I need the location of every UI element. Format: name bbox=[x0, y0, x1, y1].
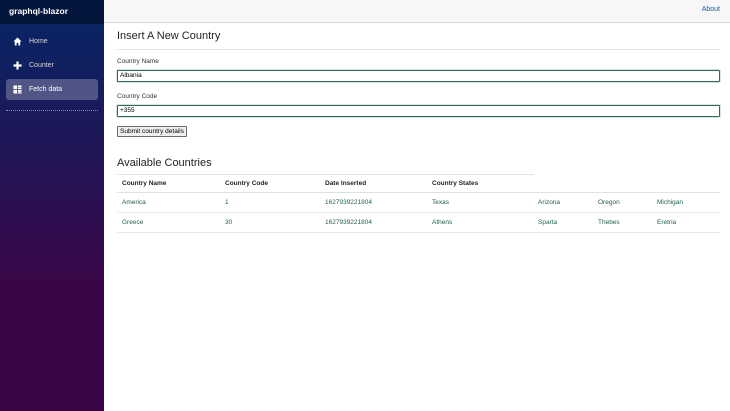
top-bar: About bbox=[104, 0, 730, 23]
plus-icon bbox=[12, 60, 23, 71]
cell-state: Sparta bbox=[533, 212, 593, 233]
sidebar: graphql-blazor Home Counter Fetch data bbox=[0, 0, 104, 411]
table-row: Greece 30 1627939221804 Athens Sparta Th… bbox=[117, 212, 720, 233]
title-divider bbox=[117, 49, 720, 50]
cell-date-inserted: 1627939221804 bbox=[320, 192, 427, 213]
header-date-inserted: Date Inserted bbox=[320, 175, 427, 193]
cell-state: Texas bbox=[427, 192, 533, 213]
cell-state: Thebes bbox=[593, 212, 652, 233]
app-brand[interactable]: graphql-blazor bbox=[0, 0, 104, 24]
countries-table: Country Name Country Code Date Inserted … bbox=[117, 175, 720, 233]
cell-state: Michigan bbox=[652, 192, 720, 213]
cell-state: Athens bbox=[427, 212, 533, 233]
sidebar-item-fetch-data[interactable]: Fetch data bbox=[6, 79, 98, 100]
submit-button[interactable]: Submit country details bbox=[117, 126, 187, 137]
table-row: America 1 1627939221804 Texas Arizona Or… bbox=[117, 192, 720, 213]
about-link[interactable]: About bbox=[702, 6, 720, 13]
table-header-row: Country Name Country Code Date Inserted … bbox=[117, 175, 720, 193]
cell-state: Oregon bbox=[593, 192, 652, 213]
list-icon bbox=[12, 84, 23, 95]
nav-menu: Home Counter Fetch data bbox=[0, 24, 104, 100]
countries-title: Available Countries bbox=[117, 157, 212, 169]
header-country-states: Country States bbox=[427, 175, 533, 193]
country-code-input[interactable]: +355 bbox=[117, 105, 720, 117]
cell-date-inserted: 1627939221804 bbox=[320, 212, 427, 233]
country-name-label: Country Name bbox=[117, 58, 159, 65]
header-country-name: Country Name bbox=[117, 175, 220, 193]
cell-country-code: 1 bbox=[220, 192, 320, 213]
main-content: Insert A New Country Country Name Albani… bbox=[117, 22, 720, 233]
country-name-input[interactable]: Albania bbox=[117, 70, 720, 82]
cell-country-name: Greece bbox=[117, 212, 220, 233]
cell-country-code: 30 bbox=[220, 212, 320, 233]
home-icon bbox=[12, 36, 23, 47]
cell-country-name: America bbox=[117, 192, 220, 213]
sidebar-item-label: Home bbox=[29, 38, 48, 45]
country-code-label: Country Code bbox=[117, 93, 158, 100]
sidebar-item-home[interactable]: Home bbox=[6, 31, 98, 52]
sidebar-item-label: Fetch data bbox=[29, 86, 63, 93]
cell-state: Eretria bbox=[652, 212, 720, 233]
header-country-code: Country Code bbox=[220, 175, 320, 193]
sidebar-item-counter[interactable]: Counter bbox=[6, 55, 98, 76]
cell-state: Arizona bbox=[533, 192, 593, 213]
form-title: Insert A New Country bbox=[117, 30, 221, 42]
sidebar-divider bbox=[6, 110, 98, 111]
sidebar-item-label: Counter bbox=[29, 62, 54, 69]
